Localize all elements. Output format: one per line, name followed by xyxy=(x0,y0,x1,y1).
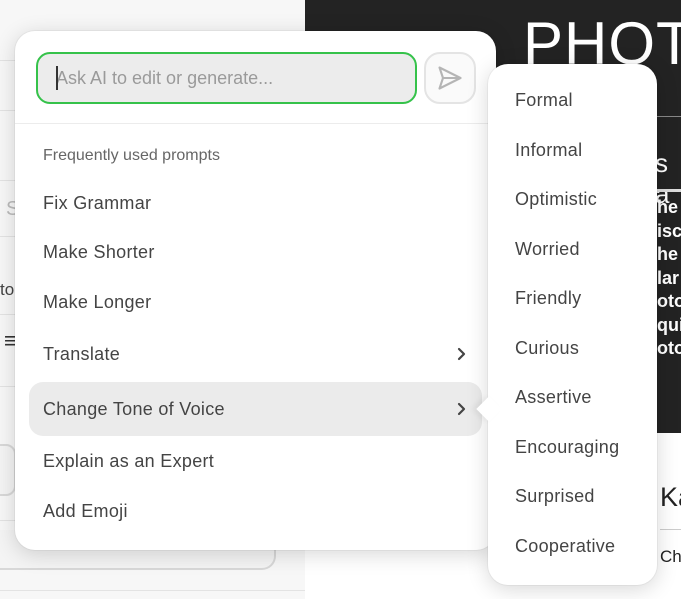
tone-submenu: Formal Informal Optimistic Worried Frien… xyxy=(488,64,657,585)
divider xyxy=(0,60,16,61)
ai-assistant-popup: Frequently used prompts Fix Grammar Make… xyxy=(15,31,496,550)
menu-item-explain-expert[interactable]: Explain as an Expert xyxy=(29,434,482,488)
menu-item-label: Explain as an Expert xyxy=(43,450,215,471)
tone-option-assertive[interactable]: Assertive xyxy=(515,387,592,408)
divider xyxy=(0,236,16,237)
tone-option-worried[interactable]: Worried xyxy=(515,239,580,260)
ai-prompt-input[interactable] xyxy=(36,52,417,104)
chevron-right-icon xyxy=(457,402,466,416)
send-icon xyxy=(438,66,462,90)
divider xyxy=(0,180,16,181)
prompt-row xyxy=(15,31,496,124)
tone-option-encouraging[interactable]: Encouraging xyxy=(515,437,619,458)
menu-item-make-shorter[interactable]: Make Shorter xyxy=(29,225,482,279)
send-button[interactable] xyxy=(424,52,476,104)
menu-item-add-emoji[interactable]: Add Emoji xyxy=(29,484,482,538)
tone-option-cooperative[interactable]: Cooperative xyxy=(515,536,615,557)
text-fragment: to xyxy=(0,280,15,299)
input-box[interactable] xyxy=(0,444,16,496)
divider xyxy=(0,314,16,315)
hero-line: quip xyxy=(657,314,681,335)
text-caret xyxy=(56,66,58,90)
menu-item-fix-grammar[interactable]: Fix Grammar xyxy=(29,176,482,230)
section-heading: Frequently used prompts xyxy=(43,147,220,164)
tone-option-friendly[interactable]: Friendly xyxy=(515,288,581,309)
menu-item-label: Fix Grammar xyxy=(43,192,152,213)
hero-line: otog xyxy=(657,338,681,358)
divider xyxy=(0,386,16,387)
chevron-right-icon xyxy=(457,347,466,361)
author-name: Ka xyxy=(660,482,681,512)
hero-line: lar xyxy=(657,267,680,288)
divider xyxy=(0,590,305,591)
menu-item-label: Change Tone of Voice xyxy=(43,398,225,419)
menu-item-change-tone[interactable]: Change Tone of Voice xyxy=(29,382,482,436)
menu-item-make-longer[interactable]: Make Longer xyxy=(29,275,482,329)
divider xyxy=(660,529,681,530)
tone-option-informal[interactable]: Informal xyxy=(515,140,582,161)
menu-item-label: Make Longer xyxy=(43,291,152,312)
hero-line: he a xyxy=(657,244,681,264)
hero-line: isco xyxy=(657,220,681,241)
divider xyxy=(0,110,16,111)
author-subtitle: Ch xyxy=(660,547,681,566)
menu-item-label: Add Emoji xyxy=(43,500,128,521)
tone-option-optimistic[interactable]: Optimistic xyxy=(515,189,597,210)
menu-item-label: Translate xyxy=(43,343,121,364)
menu-item-label: Make Shorter xyxy=(43,241,155,262)
menu-item-translate[interactable]: Translate xyxy=(29,327,482,381)
hero-line: otog xyxy=(657,291,681,311)
tone-option-surprised[interactable]: Surprised xyxy=(515,486,595,507)
hero-body: he a isco he a lar otog quip otog xyxy=(657,196,681,361)
tone-option-formal[interactable]: Formal xyxy=(515,90,573,111)
hero-line: he a xyxy=(657,197,681,217)
tone-option-curious[interactable]: Curious xyxy=(515,338,579,359)
divider xyxy=(0,520,16,521)
